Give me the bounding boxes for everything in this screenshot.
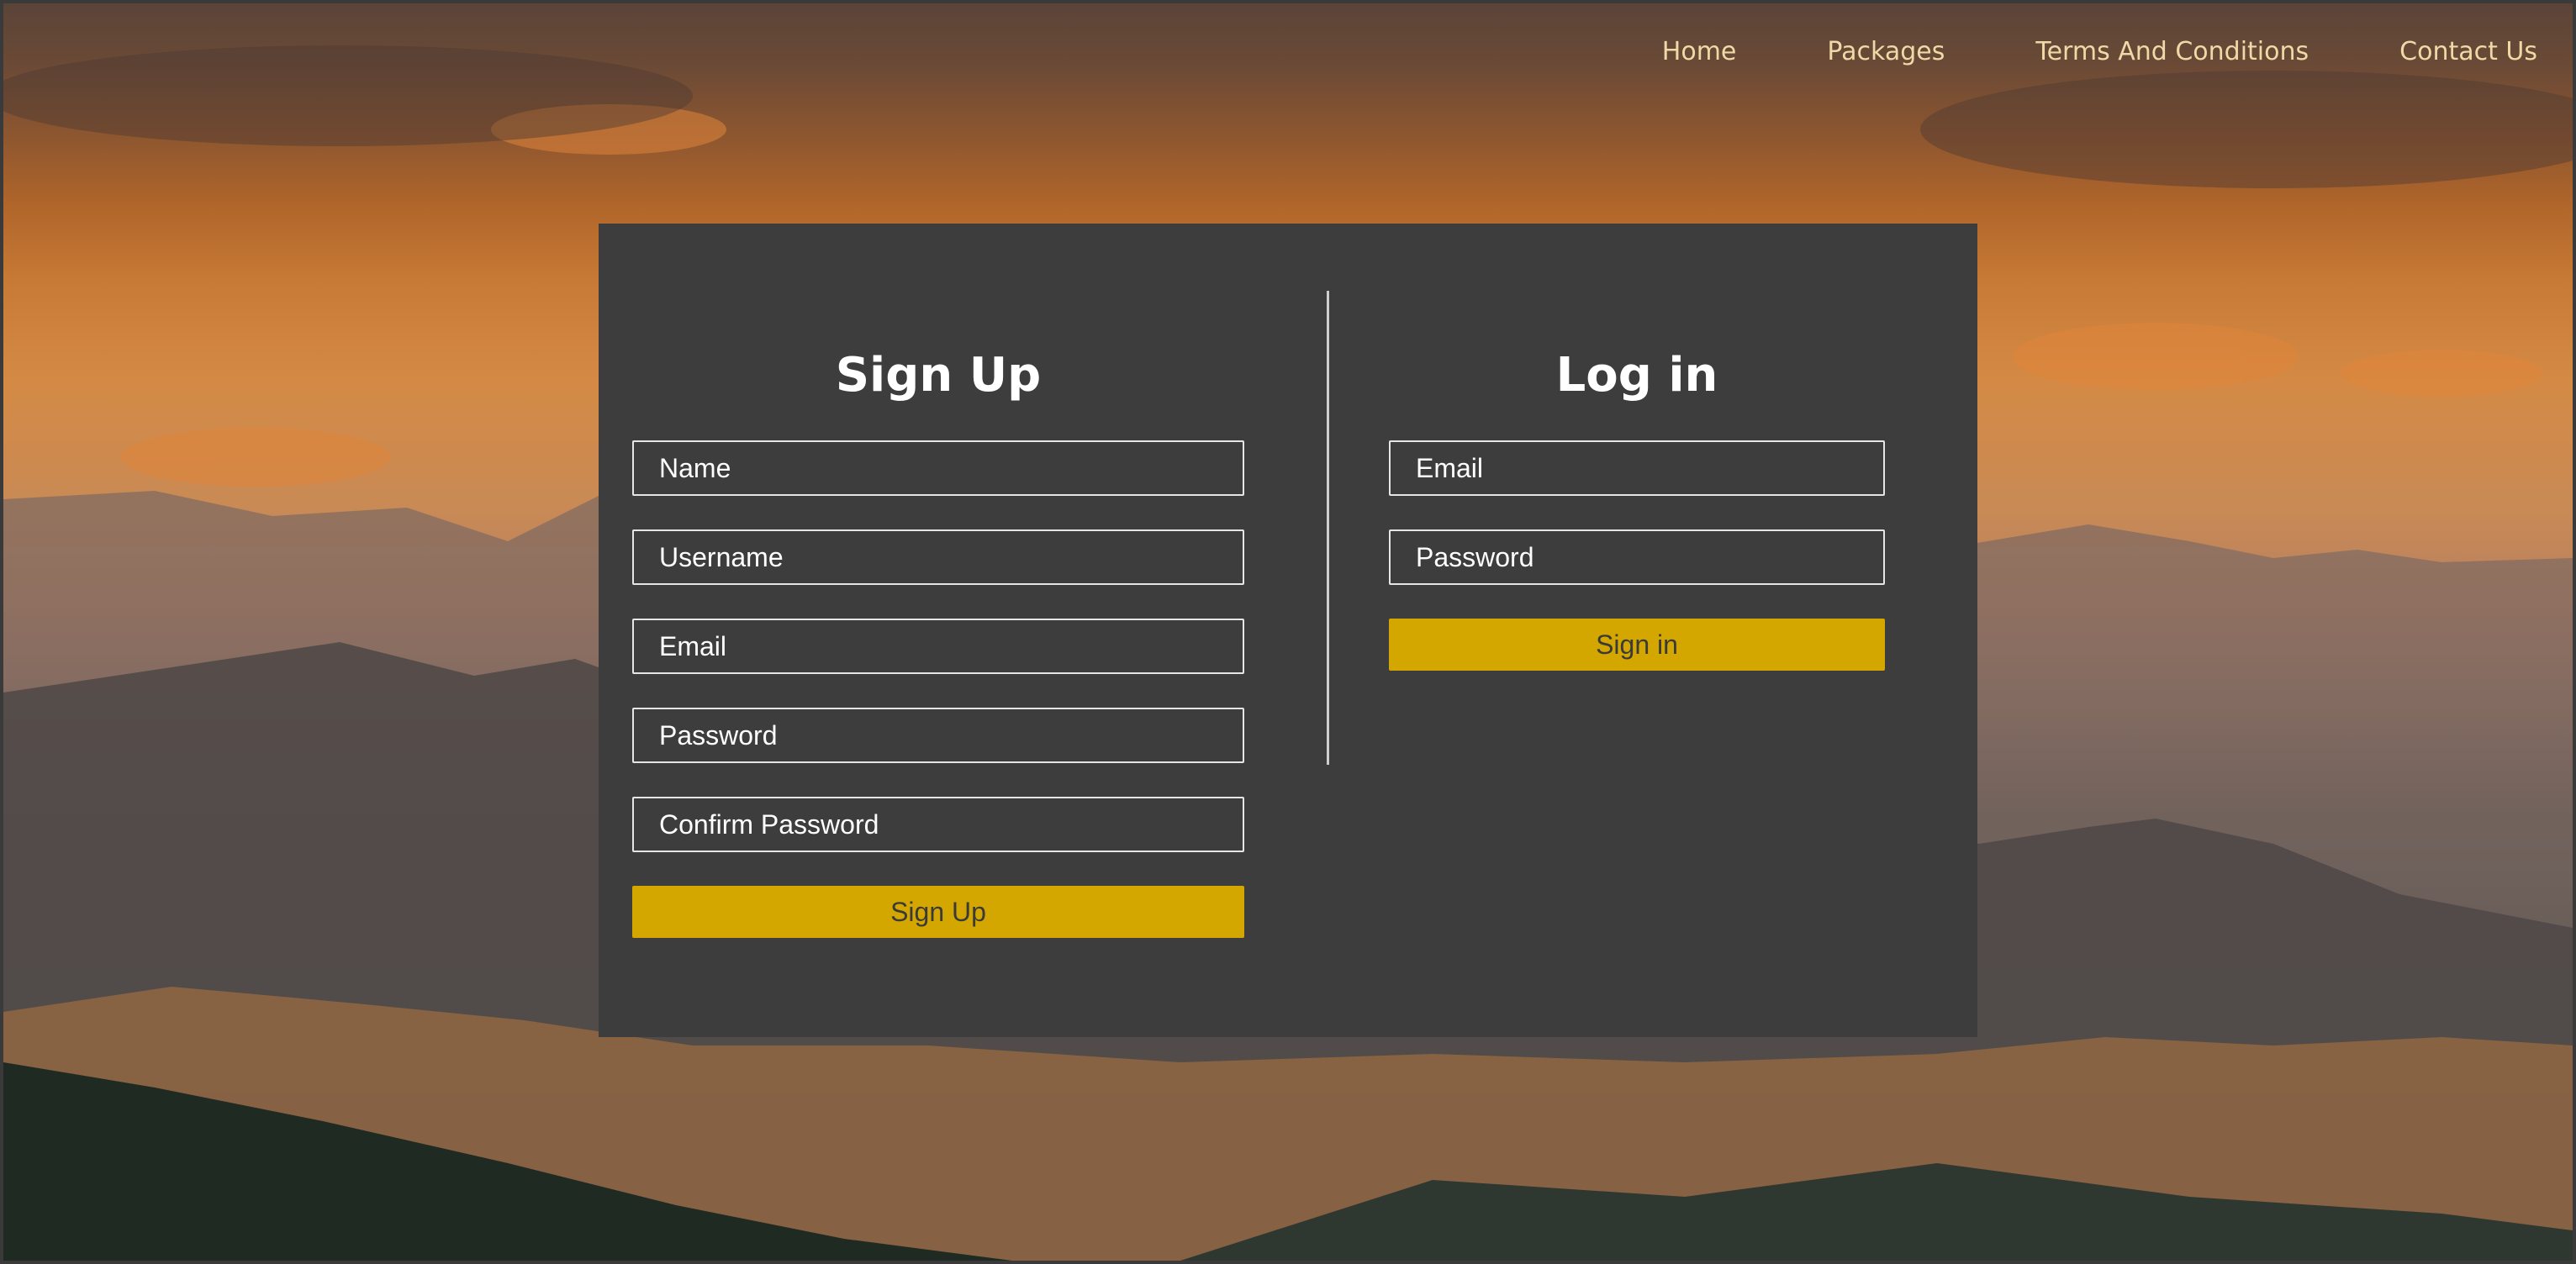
confirm-password-field[interactable] bbox=[632, 797, 1244, 852]
login-panel: Log in Sign in bbox=[1389, 224, 1885, 671]
signup-title: Sign Up bbox=[835, 348, 1042, 403]
name-field[interactable] bbox=[632, 440, 1244, 496]
signup-password-field[interactable] bbox=[632, 708, 1244, 763]
login-password-field[interactable] bbox=[1389, 529, 1885, 585]
signup-panel: Sign Up Sign Up bbox=[632, 224, 1244, 938]
username-field[interactable] bbox=[632, 529, 1244, 585]
sign-in-button[interactable]: Sign in bbox=[1389, 619, 1885, 671]
top-navigation: Home Packages Terms And Conditions Conta… bbox=[1662, 37, 2537, 66]
auth-card: Sign Up Sign Up Log in Sign in bbox=[599, 224, 1977, 1037]
signup-email-field[interactable] bbox=[632, 619, 1244, 674]
login-email-field[interactable] bbox=[1389, 440, 1885, 496]
nav-link-terms-and-conditions[interactable]: Terms And Conditions bbox=[2035, 37, 2309, 66]
nav-link-packages[interactable]: Packages bbox=[1827, 37, 1945, 66]
sign-up-button[interactable]: Sign Up bbox=[632, 886, 1244, 938]
panel-divider bbox=[1327, 291, 1329, 765]
nav-link-home[interactable]: Home bbox=[1662, 37, 1737, 66]
login-title: Log in bbox=[1555, 348, 1718, 403]
nav-link-contact-us[interactable]: Contact Us bbox=[2399, 37, 2537, 66]
